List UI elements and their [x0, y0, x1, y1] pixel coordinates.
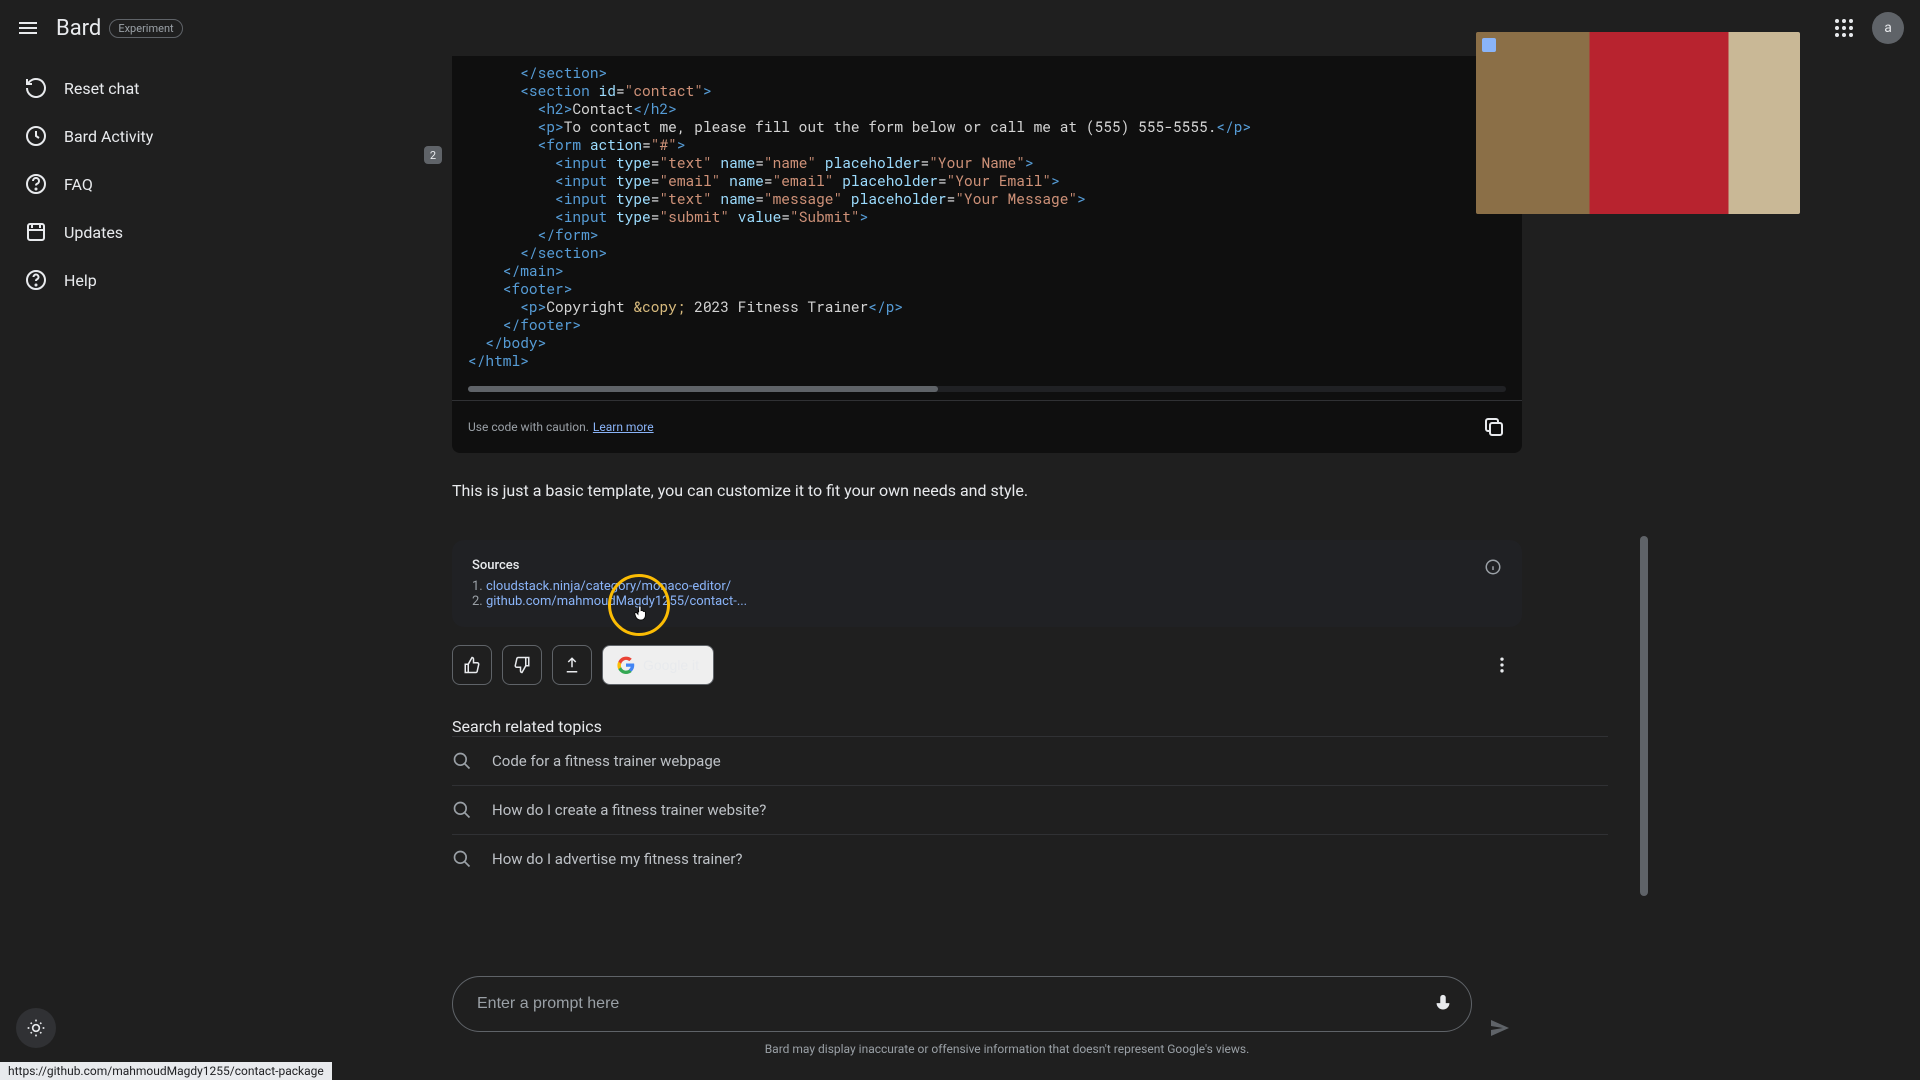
related-topic-item[interactable]: Code for a fitness trainer webpage [452, 736, 1608, 785]
sidebar-item-label: Reset chat [64, 79, 139, 98]
related-topic-item[interactable]: How do I advertise my fitness trainer? [452, 834, 1608, 883]
send-button[interactable] [1480, 1008, 1520, 1048]
theme-toggle[interactable] [16, 1008, 56, 1048]
code-gutter: 2 [424, 146, 442, 164]
prompt-box[interactable] [452, 976, 1472, 1032]
video-content [1476, 32, 1800, 214]
related-topic-label: How do I advertise my fitness trainer? [492, 850, 743, 868]
sidebar-item-activity[interactable]: Bard Activity [8, 112, 272, 160]
share-button[interactable] [552, 645, 592, 685]
learn-more-link[interactable]: Learn more [593, 420, 654, 434]
sidebar-item-help[interactable]: Help [8, 256, 272, 304]
source-link[interactable]: github.com/mahmoudMagdy1255/contact-... [486, 594, 747, 609]
history-icon [24, 124, 48, 148]
cursor-hand-icon [632, 602, 650, 624]
apps-icon[interactable] [1832, 16, 1856, 40]
sources-box: Sources 1. cloudstack.ninja/category/mon… [452, 540, 1522, 627]
response-text: This is just a basic template, you can c… [452, 481, 1522, 500]
code-content: </section> <section id="contact"> <h2>Co… [452, 64, 1522, 378]
prompt-input[interactable] [477, 995, 1423, 1013]
related-topic-label: Code for a fitness trainer webpage [492, 752, 721, 770]
main-content: 2 </section> <section id="contact"> <h2>… [452, 56, 1652, 1056]
sidebar-item-faq[interactable]: FAQ [8, 160, 272, 208]
input-area: Bard may display inaccurate or offensive… [452, 976, 1562, 1056]
sidebar-item-reset[interactable]: Reset chat [8, 64, 272, 112]
search-icon [452, 849, 472, 869]
status-bar: https://github.com/mahmoudMagdy1255/cont… [0, 1062, 332, 1080]
video-overlay [1476, 32, 1800, 214]
code-caution-text: Use code with caution. [468, 420, 589, 434]
source-item: 2. github.com/mahmoudMagdy1255/contact-.… [472, 594, 1502, 609]
google-it-label: Google it [643, 657, 699, 673]
thumbs-down-button[interactable] [502, 645, 542, 685]
sidebar: Reset chat Bard Activity FAQ Updates Hel… [0, 56, 280, 312]
sidebar-item-updates[interactable]: Updates [8, 208, 272, 256]
thumbs-down-icon [513, 656, 531, 674]
sidebar-item-label: FAQ [64, 175, 93, 194]
related-topic-item[interactable]: How do I create a fitness trainer websit… [452, 785, 1608, 834]
reset-icon [24, 76, 48, 100]
thumbs-up-icon [463, 656, 481, 674]
code-block: 2 </section> <section id="contact"> <h2>… [452, 56, 1522, 453]
avatar[interactable]: a [1872, 12, 1904, 44]
menu-icon[interactable] [16, 16, 40, 40]
share-icon [563, 656, 581, 674]
actions-row: Google it [452, 645, 1522, 685]
mic-button[interactable] [1423, 984, 1463, 1024]
experiment-badge: Experiment [109, 19, 182, 38]
copy-icon[interactable] [1482, 415, 1506, 439]
google-it-button[interactable]: Google it [602, 645, 714, 685]
search-icon [452, 751, 472, 771]
sources-list: 1. cloudstack.ninja/category/monaco-edit… [472, 579, 1502, 609]
sun-icon [26, 1018, 46, 1038]
google-logo-icon [617, 656, 635, 674]
info-icon[interactable] [1484, 558, 1502, 576]
gutter-badge[interactable]: 2 [424, 146, 442, 164]
question-icon [24, 268, 48, 292]
source-item: 1. cloudstack.ninja/category/monaco-edit… [472, 579, 1502, 594]
mic-icon [1432, 993, 1454, 1015]
sources-title: Sources [472, 558, 1502, 573]
sidebar-item-label: Bard Activity [64, 127, 153, 146]
related-title: Search related topics [452, 717, 1522, 736]
scrollbar-thumb[interactable] [468, 386, 938, 392]
send-icon [1488, 1016, 1512, 1040]
search-icon [452, 800, 472, 820]
disclaimer-text: Bard may display inaccurate or offensive… [452, 1042, 1562, 1056]
video-badge-icon [1482, 38, 1496, 52]
updates-icon [24, 220, 48, 244]
code-footer: Use code with caution. Learn more [452, 400, 1522, 453]
vertical-scrollbar[interactable] [1640, 536, 1648, 896]
more-vertical-icon [1492, 655, 1512, 675]
code-horizontal-scrollbar[interactable] [468, 386, 1506, 392]
brand-title: Bard [56, 16, 101, 41]
thumbs-up-button[interactable] [452, 645, 492, 685]
help-icon [24, 172, 48, 196]
sidebar-item-label: Help [64, 271, 97, 290]
more-options-button[interactable] [1482, 645, 1522, 685]
source-link[interactable]: cloudstack.ninja/category/monaco-editor/ [486, 579, 731, 594]
sidebar-item-label: Updates [64, 223, 123, 242]
related-topic-label: How do I create a fitness trainer websit… [492, 801, 766, 819]
